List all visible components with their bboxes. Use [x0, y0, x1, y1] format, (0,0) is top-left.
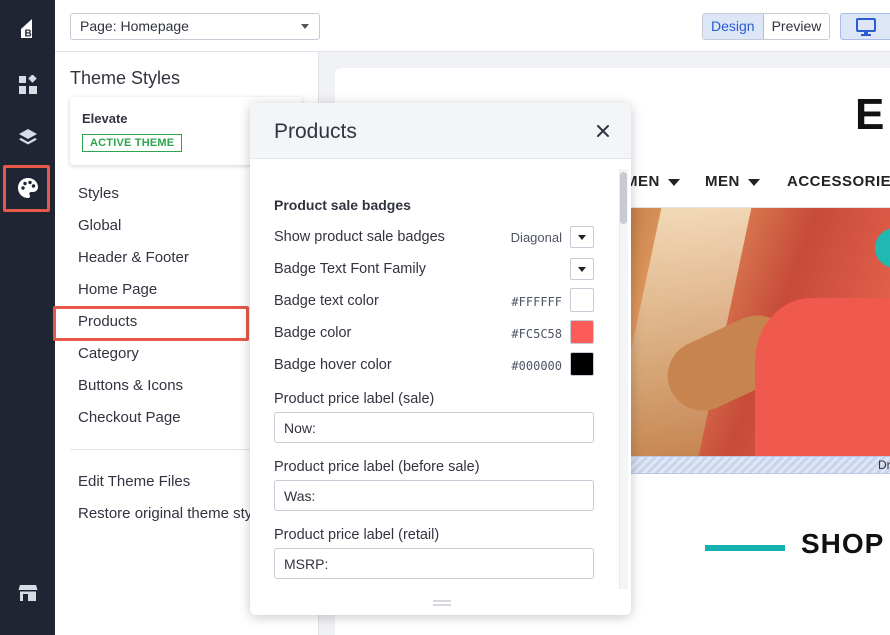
store-nav-item[interactable]: ACCESSORIES: [787, 173, 890, 190]
heading-accent-line: [705, 545, 785, 551]
section-title: Product sale badges: [274, 197, 411, 213]
show-sale-badges-select[interactable]: [570, 226, 594, 248]
setting-label: Badge text color: [274, 293, 379, 309]
chevron-down-icon: [301, 24, 309, 29]
panel-body: Product sale badges Show product sale ba…: [250, 159, 631, 615]
sidebar-item-styles[interactable]: Styles: [78, 185, 119, 202]
layers-icon[interactable]: [0, 112, 55, 162]
page-select-value: Page: Homepage: [80, 18, 189, 34]
field-label: Product price label (sale): [274, 391, 435, 407]
sidebar-item-category[interactable]: Category: [78, 345, 139, 362]
dashboard-widgets-icon[interactable]: [0, 60, 55, 110]
restore-theme-styles-link[interactable]: Restore original theme styles: [78, 505, 271, 522]
desktop-view-button[interactable]: [840, 13, 890, 40]
store-logo: E: [855, 90, 885, 139]
caret-down-icon: [747, 178, 760, 186]
setting-label: Badge color: [274, 325, 352, 341]
svg-text:B: B: [24, 29, 31, 40]
theme-palette-icon[interactable]: [0, 163, 55, 213]
field-label: Product price label (before sale): [274, 459, 480, 475]
theme-name: Elevate: [82, 111, 128, 126]
scrollbar-track[interactable]: [619, 169, 628, 589]
active-theme-badge: ACTIVE THEME: [82, 134, 183, 152]
color-hex-value: #000000: [511, 359, 562, 373]
mode-toggle: Design Preview: [702, 13, 831, 40]
bigcommerce-logo-icon[interactable]: B: [0, 3, 55, 53]
edit-theme-files-link[interactable]: Edit Theme Files: [78, 473, 190, 490]
setting-label: Show product sale badges: [274, 229, 445, 245]
icon-rail: B: [0, 0, 55, 635]
design-mode-button[interactable]: Design: [703, 14, 764, 39]
desktop-monitor-icon: [855, 17, 876, 36]
badge-text-color-swatch[interactable]: [570, 288, 594, 312]
resize-handle-icon[interactable]: [433, 600, 451, 606]
close-button[interactable]: [594, 122, 612, 140]
drop-zone-label: Dr: [878, 458, 890, 472]
sidebar-item-home-page[interactable]: Home Page: [78, 281, 157, 298]
scrollbar-thumb[interactable]: [620, 172, 627, 224]
top-bar: Page: Homepage Design Preview: [55, 0, 890, 52]
shop-heading: SHOP: [801, 528, 885, 559]
setting-value: Diagonal: [510, 230, 562, 245]
sidebar-item-global[interactable]: Global: [78, 217, 121, 234]
storefront-icon[interactable]: [0, 568, 55, 618]
price-label-before-sale-input[interactable]: [274, 480, 594, 511]
store-nav-item[interactable]: MEN: [625, 173, 680, 190]
caret-down-icon: [667, 178, 680, 186]
preview-mode-button[interactable]: Preview: [763, 14, 830, 39]
sidebar-item-buttons-icons[interactable]: Buttons & Icons: [78, 377, 183, 394]
color-hex-value: #FFFFFF: [511, 295, 562, 309]
store-nav-item[interactable]: MEN: [705, 173, 760, 190]
sidebar-item-products[interactable]: Products: [78, 313, 137, 330]
panel-header: Products: [250, 103, 631, 159]
setting-label: Badge hover color: [274, 357, 392, 373]
badge-color-swatch[interactable]: [570, 320, 594, 344]
page-select[interactable]: Page: Homepage: [70, 13, 320, 40]
panel-title: Products: [274, 120, 357, 143]
sidebar-item-checkout-page[interactable]: Checkout Page: [78, 409, 181, 426]
field-label: Product price label (retail): [274, 527, 440, 543]
sidebar-item-header-footer[interactable]: Header & Footer: [78, 249, 189, 266]
badge-font-family-select[interactable]: [570, 258, 594, 280]
price-label-retail-input[interactable]: [274, 548, 594, 579]
close-icon: [597, 125, 609, 137]
sidebar-title: Theme Styles: [70, 68, 181, 88]
badge-hover-color-swatch[interactable]: [570, 352, 594, 376]
color-hex-value: #FC5C58: [511, 327, 562, 341]
price-label-sale-input[interactable]: [274, 412, 594, 443]
setting-label: Badge Text Font Family: [274, 261, 427, 277]
products-settings-panel: Products Product sale badges Show produc…: [250, 103, 631, 615]
